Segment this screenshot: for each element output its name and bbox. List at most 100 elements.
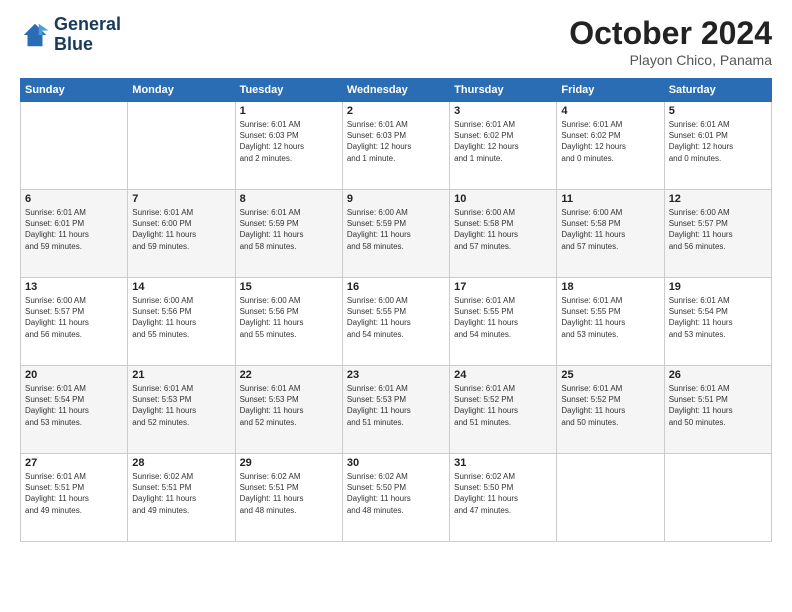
day-number: 17 [454,281,552,293]
day-number: 27 [25,457,123,469]
day-info: Sunrise: 6:01 AM Sunset: 5:59 PM Dayligh… [240,207,338,252]
table-row: 5Sunrise: 6:01 AM Sunset: 6:01 PM Daylig… [664,102,771,190]
day-info: Sunrise: 6:02 AM Sunset: 5:51 PM Dayligh… [240,471,338,516]
day-info: Sunrise: 6:01 AM Sunset: 5:53 PM Dayligh… [240,383,338,428]
day-info: Sunrise: 6:00 AM Sunset: 5:58 PM Dayligh… [561,207,659,252]
day-number: 26 [669,369,767,381]
table-row: 22Sunrise: 6:01 AM Sunset: 5:53 PM Dayli… [235,366,342,454]
table-row: 27 Sunrise: 6:01 AM Sunset: 5:51 PM Dayli… [21,454,128,542]
table-row: 12 Sunrise: 6:00 AM Sunset: 5:57 PM Dayli… [664,190,771,278]
table-row: 26 Sunrise: 6:01 AM Sunset: 5:51 PM Dayli… [664,366,771,454]
day-info: Sunrise: 6:02 AM Sunset: 5:51 PM Dayligh… [132,471,230,516]
day-info: Sunrise: 6:01 AM Sunset: 6:01 PM Dayligh… [25,207,123,252]
day-number: 30 [347,457,445,469]
day-number: 5 [669,105,767,117]
table-row: 6 Sunrise: 6:01 AM Sunset: 6:01 PM Daylig… [21,190,128,278]
day-number: 20 [25,369,123,381]
header: General Blue October 2024 Playon Chico, … [20,15,772,68]
day-info: Sunrise: 6:00 AM Sunset: 5:57 PM Dayligh… [669,207,767,252]
logo-text: General Blue [54,15,121,55]
header-tuesday: Tuesday [235,79,342,102]
day-number: 14 [132,281,230,293]
table-row: 1 Sunrise: 6:01 AM Sunset: 6:03 PM Daylig… [235,102,342,190]
day-info: Sunrise: 6:00 AM Sunset: 5:58 PM Dayligh… [454,207,552,252]
weekday-header-row: Sunday Monday Tuesday Wednesday Thursday… [21,79,772,102]
table-row: 19 Sunrise: 6:01 AM Sunset: 5:54 PM Dayli… [664,278,771,366]
day-number: 3 [454,105,552,117]
day-number: 4 [561,105,659,117]
day-number: 7 [132,193,230,205]
day-info: Sunrise: 6:01 AM Sunset: 5:51 PM Dayligh… [25,471,123,516]
table-row: 29 Sunrise: 6:02 AM Sunset: 5:51 PM Dayli… [235,454,342,542]
day-info: Sunrise: 6:00 AM Sunset: 5:56 PM Dayligh… [240,295,338,340]
day-info: Sunrise: 6:01 AM Sunset: 5:54 PM Dayligh… [669,295,767,340]
day-number: 29 [240,457,338,469]
table-row: 10 Sunrise: 6:00 AM Sunset: 5:58 PM Dayli… [450,190,557,278]
title-block: October 2024 Playon Chico, Panama [569,15,772,68]
table-row: 24Sunrise: 6:01 AM Sunset: 5:52 PM Dayli… [450,366,557,454]
table-row: 31 Sunrise: 6:02 AM Sunset: 5:50 PM Dayli… [450,454,557,542]
day-number: 24 [454,369,552,381]
day-info: Sunrise: 6:01 AM Sunset: 6:00 PM Dayligh… [132,207,230,252]
header-friday: Friday [557,79,664,102]
day-number: 19 [669,281,767,293]
logo-icon [20,20,50,50]
table-row: 16 Sunrise: 6:00 AM Sunset: 5:55 PM Dayli… [342,278,449,366]
day-info: Sunrise: 6:01 AM Sunset: 6:03 PM Dayligh… [240,119,338,164]
logo-line1: General [54,15,121,35]
month-title: October 2024 [569,15,772,52]
table-row: 30Sunrise: 6:02 AM Sunset: 5:50 PM Dayli… [342,454,449,542]
day-number: 11 [561,193,659,205]
day-info: Sunrise: 6:00 AM Sunset: 5:59 PM Dayligh… [347,207,445,252]
day-number: 10 [454,193,552,205]
day-info: Sunrise: 6:01 AM Sunset: 6:02 PM Dayligh… [454,119,552,164]
table-row: 7 Sunrise: 6:01 AM Sunset: 6:00 PM Daylig… [128,190,235,278]
day-number: 18 [561,281,659,293]
day-number: 16 [347,281,445,293]
table-row: 21 Sunrise: 6:01 AM Sunset: 5:53 PM Dayli… [128,366,235,454]
header-saturday: Saturday [664,79,771,102]
table-row: 23Sunrise: 6:01 AM Sunset: 5:53 PM Dayli… [342,366,449,454]
day-info: Sunrise: 6:01 AM Sunset: 5:54 PM Dayligh… [25,383,123,428]
week-row-3: 13Sunrise: 6:00 AM Sunset: 5:57 PM Dayli… [21,278,772,366]
day-info: Sunrise: 6:01 AM Sunset: 5:53 PM Dayligh… [132,383,230,428]
calendar-table: Sunday Monday Tuesday Wednesday Thursday… [20,78,772,542]
table-row [128,102,235,190]
table-row: 15 Sunrise: 6:00 AM Sunset: 5:56 PM Dayli… [235,278,342,366]
day-number: 1 [240,105,338,117]
day-info: Sunrise: 6:01 AM Sunset: 5:55 PM Dayligh… [561,295,659,340]
table-row [21,102,128,190]
day-number: 12 [669,193,767,205]
table-row: 17 Sunrise: 6:01 AM Sunset: 5:55 PM Dayli… [450,278,557,366]
day-info: Sunrise: 6:02 AM Sunset: 5:50 PM Dayligh… [454,471,552,516]
table-row: 20 Sunrise: 6:01 AM Sunset: 5:54 PM Dayli… [21,366,128,454]
day-number: 23 [347,369,445,381]
header-thursday: Thursday [450,79,557,102]
header-monday: Monday [128,79,235,102]
table-row: 9 Sunrise: 6:00 AM Sunset: 5:59 PM Daylig… [342,190,449,278]
day-number: 9 [347,193,445,205]
week-row-4: 20 Sunrise: 6:01 AM Sunset: 5:54 PM Dayli… [21,366,772,454]
day-info: Sunrise: 6:01 AM Sunset: 5:51 PM Dayligh… [669,383,767,428]
week-row-5: 27 Sunrise: 6:01 AM Sunset: 5:51 PM Dayli… [21,454,772,542]
day-info: Sunrise: 6:01 AM Sunset: 5:52 PM Dayligh… [561,383,659,428]
table-row: 18 Sunrise: 6:01 AM Sunset: 5:55 PM Dayli… [557,278,664,366]
day-number: 15 [240,281,338,293]
day-info: Sunrise: 6:01 AM Sunset: 6:03 PM Dayligh… [347,119,445,164]
day-number: 31 [454,457,552,469]
day-info: Sunrise: 6:01 AM Sunset: 6:02 PM Dayligh… [561,119,659,164]
table-row: 13Sunrise: 6:00 AM Sunset: 5:57 PM Dayli… [21,278,128,366]
location-subtitle: Playon Chico, Panama [569,52,772,68]
day-info: Sunrise: 6:00 AM Sunset: 5:55 PM Dayligh… [347,295,445,340]
day-number: 6 [25,193,123,205]
header-wednesday: Wednesday [342,79,449,102]
day-info: Sunrise: 6:01 AM Sunset: 5:55 PM Dayligh… [454,295,552,340]
day-number: 8 [240,193,338,205]
table-row: 11 Sunrise: 6:00 AM Sunset: 5:58 PM Dayli… [557,190,664,278]
page: General Blue October 2024 Playon Chico, … [0,0,792,612]
day-number: 21 [132,369,230,381]
table-row [664,454,771,542]
table-row: 2Sunrise: 6:01 AM Sunset: 6:03 PM Daylig… [342,102,449,190]
logo: General Blue [20,15,121,55]
day-info: Sunrise: 6:00 AM Sunset: 5:56 PM Dayligh… [132,295,230,340]
